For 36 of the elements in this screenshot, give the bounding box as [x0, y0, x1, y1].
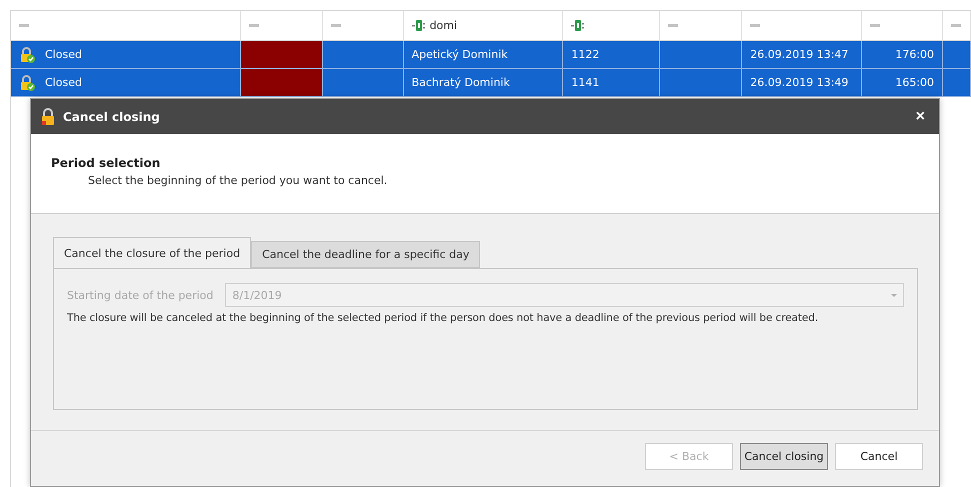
window-title: Cancel closing [63, 110, 161, 124]
table-cell: 26.09.2019 13:49 [742, 69, 862, 97]
lock-icon [19, 46, 35, 62]
filter-icon [412, 20, 425, 31]
table-cell: Bachratý Dominik [404, 69, 564, 97]
filter-icon [571, 20, 584, 31]
lock-icon [41, 108, 55, 125]
tab[interactable]: Cancel the closure of the period [53, 237, 252, 268]
dash-icon [330, 24, 341, 27]
table-cell [943, 41, 971, 69]
table-cell: 165:00 [862, 69, 944, 97]
section-subtitle: Select the beginning of the period you want to cancel. [88, 174, 388, 187]
dash-icon [668, 24, 678, 27]
dash-icon [248, 24, 259, 27]
table-cell [943, 69, 971, 97]
filter-text: domi [430, 19, 458, 32]
tab[interactable]: Cancel the deadline for a specific day [251, 241, 480, 268]
caret-icon [891, 294, 897, 296]
lock-icon [19, 74, 35, 90]
dialog-button[interactable]: Cancel closing [740, 443, 828, 470]
table-cell: 1141 [563, 69, 660, 97]
table-cell: 176:00 [862, 41, 944, 69]
dialog-button[interactable]: Cancel [835, 443, 923, 470]
dash-icon [19, 24, 29, 27]
table-cell: 1122 [563, 41, 660, 69]
table-cell: 26.09.2019 13:47 [742, 41, 862, 69]
dash-icon [951, 24, 962, 27]
field-label: Starting date of the period [67, 288, 214, 302]
dash-icon [750, 24, 760, 27]
table-cell: Apetický Dominik [404, 41, 564, 69]
status-text: Closed [45, 76, 82, 89]
description-text: The closure will be canceled at the beginning of the selected period if the person does not have a deadline of the previous period will be created. [67, 312, 820, 324]
status-text: Closed [45, 48, 82, 61]
dash-icon [870, 24, 880, 27]
section-heading: Period selection [51, 156, 162, 170]
close-button[interactable]: × [912, 108, 929, 126]
